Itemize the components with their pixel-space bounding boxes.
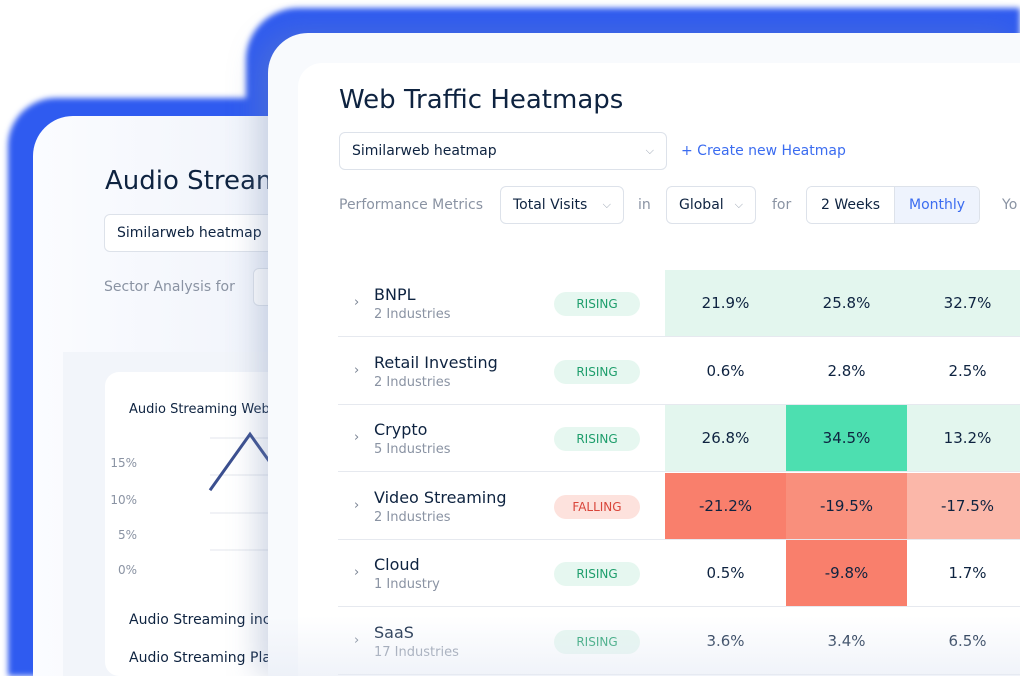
industry-count: 1 Industry bbox=[374, 577, 440, 592]
sector-label: Sector Analysis for bbox=[104, 279, 235, 295]
metric-value: Total Visits bbox=[513, 197, 588, 213]
heatmap-select[interactable]: Similarweb heatmap ⌵ bbox=[339, 132, 667, 170]
chevron-down-icon: ⌵ bbox=[734, 198, 743, 211]
heatmap-cell[interactable]: 34.5% bbox=[786, 405, 907, 471]
table-row[interactable]: › Crypto 5 Industries RISING 26.8% 34.5% 13.2% bbox=[338, 405, 1020, 472]
table-row[interactable]: › Cloud 1 Industry RISING 0.5% -9.8% 1.7% bbox=[338, 540, 1020, 607]
create-heatmap-link[interactable]: + Create new Heatmap bbox=[681, 143, 846, 159]
sector-cell: › BNPL 2 Industries RISING bbox=[338, 270, 665, 336]
heatmap-cell[interactable]: 25.8% bbox=[786, 270, 907, 336]
link-platforms[interactable]: Audio Streaming Pla bbox=[129, 650, 271, 666]
industry-count: 2 Industries bbox=[374, 509, 451, 525]
sector-cell: › Video Streaming 2 Industries FALLING bbox=[338, 473, 665, 539]
chevron-right-icon[interactable]: › bbox=[354, 295, 359, 310]
web-traffic-heatmaps-card: Web Traffic Heatmaps Similarweb heatmap ⌵… bbox=[268, 33, 1020, 676]
sector-name: Retail Investing bbox=[374, 352, 498, 372]
industry-count: 2 Industries bbox=[374, 374, 451, 390]
chevron-right-icon[interactable]: › bbox=[354, 363, 359, 378]
chevron-down-icon: ⌵ bbox=[645, 144, 654, 157]
heatmap-cell[interactable]: 2.5% bbox=[907, 337, 1020, 404]
sector-name: Crypto bbox=[374, 420, 428, 439]
chevron-down-icon: ⌵ bbox=[602, 198, 611, 211]
chevron-right-icon[interactable]: › bbox=[354, 430, 359, 445]
sector-name: Video Streaming bbox=[374, 487, 507, 507]
heatmap-cell[interactable]: 13.2% bbox=[907, 405, 1020, 471]
heatmap-cell[interactable]: -17.5% bbox=[907, 472, 1020, 539]
status-badge: RISING bbox=[554, 562, 640, 586]
sector-name: Cloud bbox=[374, 555, 420, 574]
status-badge: RISING bbox=[554, 359, 640, 384]
bottom-fade bbox=[268, 616, 1020, 676]
table-row[interactable]: › BNPL 2 Industries RISING 21.9% 25.8% 32.7% bbox=[338, 270, 1020, 337]
for-label: for bbox=[772, 197, 792, 213]
metric-select[interactable]: Total Visits ⌵ bbox=[500, 186, 624, 224]
heatmap-cell[interactable]: 0.6% bbox=[665, 337, 786, 404]
sector-cell: › Cloud 1 Industry RISING bbox=[338, 540, 665, 606]
link-industries[interactable]: Audio Streaming inc bbox=[129, 612, 270, 628]
table-row[interactable]: › Video Streaming 2 Industries FALLING -21.2… bbox=[338, 472, 1020, 540]
heatmap-cell[interactable]: -19.5% bbox=[786, 472, 907, 539]
period-2-weeks[interactable]: 2 Weeks bbox=[807, 187, 895, 223]
chevron-right-icon[interactable]: › bbox=[354, 565, 359, 580]
trailing-label: Yo bbox=[1002, 197, 1018, 213]
period-toggle: 2 Weeks Monthly bbox=[806, 186, 981, 224]
status-badge: RISING bbox=[554, 292, 640, 316]
heatmap-cell[interactable]: 21.9% bbox=[665, 270, 786, 336]
heatmap-select-value: Similarweb heatmap bbox=[352, 143, 497, 159]
heatmap-cell[interactable]: 1.7% bbox=[907, 540, 1020, 606]
in-label: in bbox=[638, 197, 651, 213]
heatmap-cell[interactable]: 2.8% bbox=[786, 337, 907, 404]
status-badge: FALLING bbox=[554, 494, 640, 519]
sector-name: BNPL bbox=[374, 285, 416, 304]
heatmap-cell[interactable]: -21.2% bbox=[665, 472, 786, 539]
table-row[interactable]: › Retail Investing 2 Industries RISING 0.6% 2… bbox=[338, 337, 1020, 405]
industry-count: 2 Industries bbox=[374, 307, 451, 322]
heatmap-cell[interactable]: 0.5% bbox=[665, 540, 786, 606]
sector-cell: › Retail Investing 2 Industries RISING bbox=[338, 338, 665, 404]
sector-cell: › Crypto 5 Industries RISING bbox=[338, 405, 665, 471]
heatmap-cell[interactable]: 26.8% bbox=[665, 405, 786, 471]
region-value: Global bbox=[679, 197, 724, 213]
period-monthly[interactable]: Monthly bbox=[894, 187, 980, 223]
industry-count: 5 Industries bbox=[374, 442, 451, 457]
metrics-label: Performance Metrics bbox=[339, 197, 483, 213]
page-title: Web Traffic Heatmaps bbox=[339, 85, 624, 115]
region-select[interactable]: Global ⌵ bbox=[666, 186, 756, 224]
heatmap-cell[interactable]: 32.7% bbox=[907, 270, 1020, 336]
status-badge: RISING bbox=[554, 427, 640, 451]
heatmap-cell[interactable]: -9.8% bbox=[786, 540, 907, 606]
chevron-right-icon[interactable]: › bbox=[354, 498, 359, 513]
